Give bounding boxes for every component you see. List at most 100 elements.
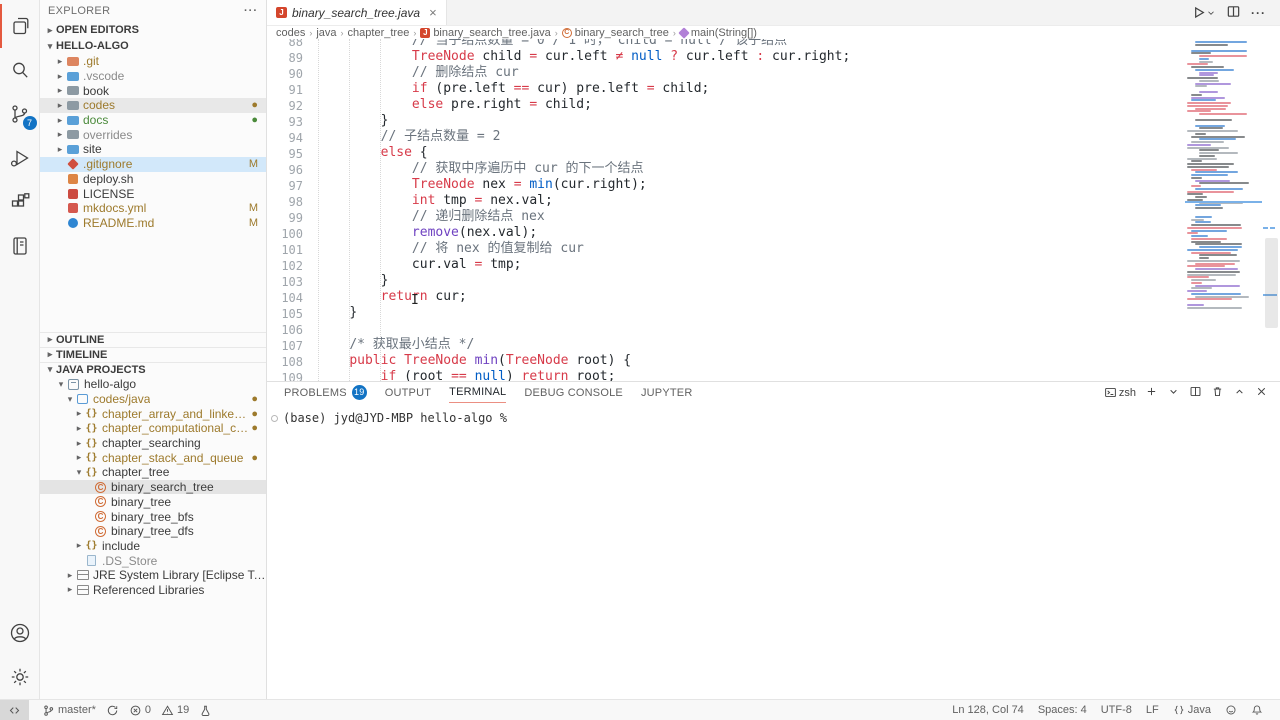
activity-item-run-debug[interactable] bbox=[0, 136, 40, 180]
tree-item-referenced-libraries[interactable]: ▸Referenced Libraries bbox=[40, 583, 266, 598]
more-actions-icon[interactable]: ··· bbox=[1251, 6, 1266, 20]
panel-tab-terminal[interactable]: TERMINAL bbox=[449, 382, 506, 403]
chevron-right-icon[interactable]: ▸ bbox=[64, 584, 76, 595]
chevron-right-icon[interactable]: ▸ bbox=[73, 423, 85, 434]
overview-ruler[interactable] bbox=[1262, 39, 1280, 381]
new-terminal-button[interactable] bbox=[1145, 385, 1158, 401]
close-panel-button[interactable] bbox=[1255, 385, 1268, 401]
status-feedback-icon[interactable] bbox=[1218, 704, 1244, 716]
activity-item-explorer[interactable] bbox=[0, 4, 40, 48]
status-sync[interactable] bbox=[101, 700, 124, 720]
tree-item-deploy.sh[interactable]: deploy.sh bbox=[40, 172, 266, 187]
remote-indicator[interactable] bbox=[0, 700, 29, 720]
tree-item-binary_tree_dfs[interactable]: Cbinary_tree_dfs bbox=[40, 524, 266, 539]
chevron-right-icon[interactable]: ▸ bbox=[54, 115, 66, 126]
tree-item-include[interactable]: ▸{}include bbox=[40, 539, 266, 554]
tree-item-binary_search_tree[interactable]: Cbinary_search_tree bbox=[40, 480, 266, 495]
java-projects-section[interactable]: ▾ JAVA PROJECTS bbox=[40, 362, 266, 377]
status-beaker[interactable] bbox=[194, 700, 217, 720]
chevron-right-icon[interactable]: ▸ bbox=[73, 540, 85, 551]
tree-item-.ds_store[interactable]: .DS_Store bbox=[40, 553, 266, 568]
activity-item-source-control[interactable]: 7 bbox=[0, 92, 40, 136]
chevron-right-icon[interactable]: ▸ bbox=[73, 408, 85, 419]
tree-item-hello-algo[interactable]: ▾hello-algo bbox=[40, 377, 266, 392]
terminal[interactable]: (base) jyd@JYD-MBP hello-algo % bbox=[267, 403, 1280, 699]
timeline-section[interactable]: ▸ TIMELINE bbox=[40, 347, 266, 362]
shell-selector[interactable]: zsh bbox=[1104, 386, 1136, 399]
chevron-right-icon[interactable]: ▸ bbox=[54, 56, 66, 67]
tree-item-jre-system-library--eclipse-temurin-17--17....[interactable]: ▸JRE System Library [Eclipse Temurin 17 … bbox=[40, 568, 266, 583]
tree-item-license[interactable]: LICENSE bbox=[40, 186, 266, 201]
project-root-section[interactable]: ▾ HELLO-ALGO bbox=[40, 38, 266, 54]
more-actions-icon[interactable]: ··· bbox=[244, 5, 258, 17]
open-editors-section[interactable]: ▸ OPEN EDITORS bbox=[40, 22, 266, 38]
panel-tab-debug-console[interactable]: DEBUG CONSOLE bbox=[524, 382, 623, 403]
command-decoration-icon[interactable] bbox=[271, 415, 278, 422]
panel-tab-jupyter[interactable]: JUPYTER bbox=[641, 382, 693, 403]
tree-item-.git[interactable]: ▸.git bbox=[40, 54, 266, 69]
breadcrumb-item-1[interactable]: codes bbox=[276, 27, 305, 39]
tree-item-chapter_stack_and_queue[interactable]: ▸{}chapter_stack_and_queue● bbox=[40, 450, 266, 465]
tree-item-docs[interactable]: ▸docs● bbox=[40, 113, 266, 128]
chevron-right-icon[interactable]: ▸ bbox=[54, 129, 66, 140]
status-ln-128-col-74[interactable]: Ln 128, Col 74 bbox=[945, 704, 1031, 716]
breadcrumb-item-4[interactable]: Jbinary_search_tree.java bbox=[420, 27, 550, 39]
chevron-right-icon[interactable]: ▸ bbox=[54, 100, 66, 111]
close-icon[interactable]: × bbox=[429, 5, 437, 20]
activity-item-search[interactable] bbox=[0, 48, 40, 92]
minimap[interactable] bbox=[1185, 39, 1262, 381]
tree-item-.gitignore[interactable]: .gitignoreM bbox=[40, 157, 266, 172]
activity-item-account[interactable] bbox=[0, 611, 40, 655]
code-editor[interactable]: 88 // 当子结点数量 = 0 / 1 时， child = null / 该… bbox=[267, 39, 1280, 381]
tree-item-codes[interactable]: ▸codes● bbox=[40, 98, 266, 113]
breadcrumb-item-5[interactable]: Cbinary_search_tree bbox=[562, 27, 669, 39]
status-warning[interactable]: 19 bbox=[156, 700, 194, 720]
chevron-right-icon[interactable]: ▸ bbox=[64, 570, 76, 581]
chevron-right-icon[interactable]: ▸ bbox=[54, 144, 66, 155]
status-lf[interactable]: LF bbox=[1139, 704, 1166, 716]
tree-item-binary_tree_bfs[interactable]: Cbinary_tree_bfs bbox=[40, 509, 266, 524]
scrollbar-thumb[interactable] bbox=[1265, 238, 1278, 328]
tree-item-chapter_array_and_linkedlist[interactable]: ▸{}chapter_array_and_linkedlist● bbox=[40, 406, 266, 421]
status-error[interactable]: 0 bbox=[124, 700, 156, 720]
tree-item-binary_tree[interactable]: Cbinary_tree bbox=[40, 494, 266, 509]
tree-item-site[interactable]: ▸site bbox=[40, 142, 266, 157]
tree-item-mkdocs.yml[interactable]: mkdocs.ymlM bbox=[40, 201, 266, 216]
tree-item-book[interactable]: ▸book bbox=[40, 83, 266, 98]
status-java[interactable]: Java bbox=[1166, 704, 1218, 716]
chevron-down-icon[interactable]: ▾ bbox=[64, 394, 76, 405]
maximize-panel-button[interactable] bbox=[1233, 385, 1246, 401]
chevron-down-icon[interactable]: ▾ bbox=[55, 379, 67, 390]
status-utf-8[interactable]: UTF-8 bbox=[1094, 704, 1139, 716]
chevron-right-icon[interactable]: ▸ bbox=[54, 85, 66, 96]
tree-item-chapter_searching[interactable]: ▸{}chapter_searching bbox=[40, 436, 266, 451]
tree-item-.vscode[interactable]: ▸.vscode bbox=[40, 69, 266, 84]
tree-item-chapter_tree[interactable]: ▾{}chapter_tree bbox=[40, 465, 266, 480]
split-editor-button[interactable] bbox=[1226, 4, 1241, 22]
chevron-down-icon[interactable]: ▾ bbox=[73, 467, 85, 478]
kill-terminal-button[interactable] bbox=[1211, 385, 1224, 401]
chevron-right-icon[interactable]: ▸ bbox=[73, 452, 85, 463]
chevron-right-icon[interactable]: ▸ bbox=[73, 438, 85, 449]
tree-item-chapter_computational_complexity[interactable]: ▸{}chapter_computational_complexity● bbox=[40, 421, 266, 436]
breadcrumb-item-2[interactable]: java bbox=[316, 27, 336, 39]
status-bell-icon[interactable] bbox=[1244, 704, 1270, 716]
tree-item-codes-java[interactable]: ▾codes/java● bbox=[40, 392, 266, 407]
chevron-right-icon[interactable]: ▸ bbox=[54, 71, 66, 82]
activity-item-extensions[interactable] bbox=[0, 180, 40, 224]
breadcrumb-item-3[interactable]: chapter_tree bbox=[348, 27, 410, 39]
run-button[interactable] bbox=[1191, 5, 1216, 20]
activity-item-notebook[interactable] bbox=[0, 224, 40, 268]
panel-tab-problems[interactable]: PROBLEMS19 bbox=[284, 382, 367, 403]
split-terminal-button[interactable] bbox=[1189, 385, 1202, 401]
outline-section[interactable]: ▸ OUTLINE bbox=[40, 332, 266, 347]
panel-tab-output[interactable]: OUTPUT bbox=[385, 382, 431, 403]
activity-item-settings[interactable] bbox=[0, 655, 40, 699]
tab-binary-search-tree[interactable]: J binary_search_tree.java × bbox=[267, 0, 447, 25]
tree-item-readme.md[interactable]: README.mdM bbox=[40, 216, 266, 231]
terminal-profile-dropdown[interactable] bbox=[1167, 385, 1180, 401]
status-branch[interactable]: master* bbox=[37, 700, 101, 720]
status-spaces-4[interactable]: Spaces: 4 bbox=[1031, 704, 1094, 716]
breadcrumb-item-6[interactable]: main(String[]) bbox=[680, 27, 757, 39]
tree-item-overrides[interactable]: ▸overrides bbox=[40, 127, 266, 142]
